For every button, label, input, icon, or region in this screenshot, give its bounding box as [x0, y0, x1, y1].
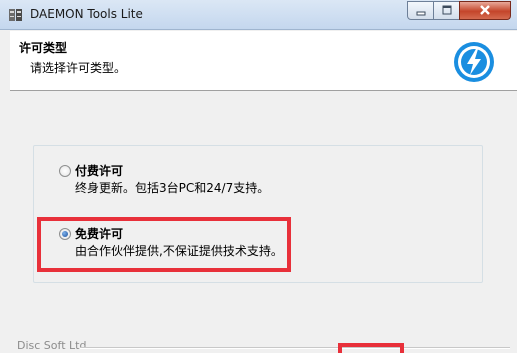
page-subtitle: 请选择许可类型。	[30, 61, 127, 75]
close-button[interactable]	[459, 1, 511, 20]
daemon-tools-logo	[454, 42, 494, 82]
page-title: 许可类型	[19, 41, 68, 55]
footer-divider	[80, 347, 510, 349]
installer-window: DAEMON Tools Lite 许可类型 请选择许可类型。 付费许可 终身更…	[0, 0, 517, 353]
app-icon	[9, 9, 22, 21]
minimize-button[interactable]	[407, 1, 434, 20]
minimize-icon	[416, 11, 425, 16]
paid-license-radio[interactable]	[59, 165, 71, 177]
next-button-highlight-box	[338, 343, 404, 353]
free-license-highlight-box	[37, 217, 291, 272]
maximize-icon	[442, 5, 451, 15]
title-bar[interactable]: DAEMON Tools Lite	[0, 0, 517, 30]
window-title: DAEMON Tools Lite	[30, 7, 143, 21]
maximize-button[interactable]	[433, 1, 460, 20]
brand-label: Disc Soft Ltd	[17, 339, 87, 352]
header-panel: 许可类型 请选择许可类型。	[10, 31, 517, 91]
paid-license-description: 终身更新。包括3台PC和24/7支持。	[75, 181, 270, 195]
close-icon	[480, 5, 490, 15]
paid-license-label[interactable]: 付费许可	[75, 162, 123, 179]
